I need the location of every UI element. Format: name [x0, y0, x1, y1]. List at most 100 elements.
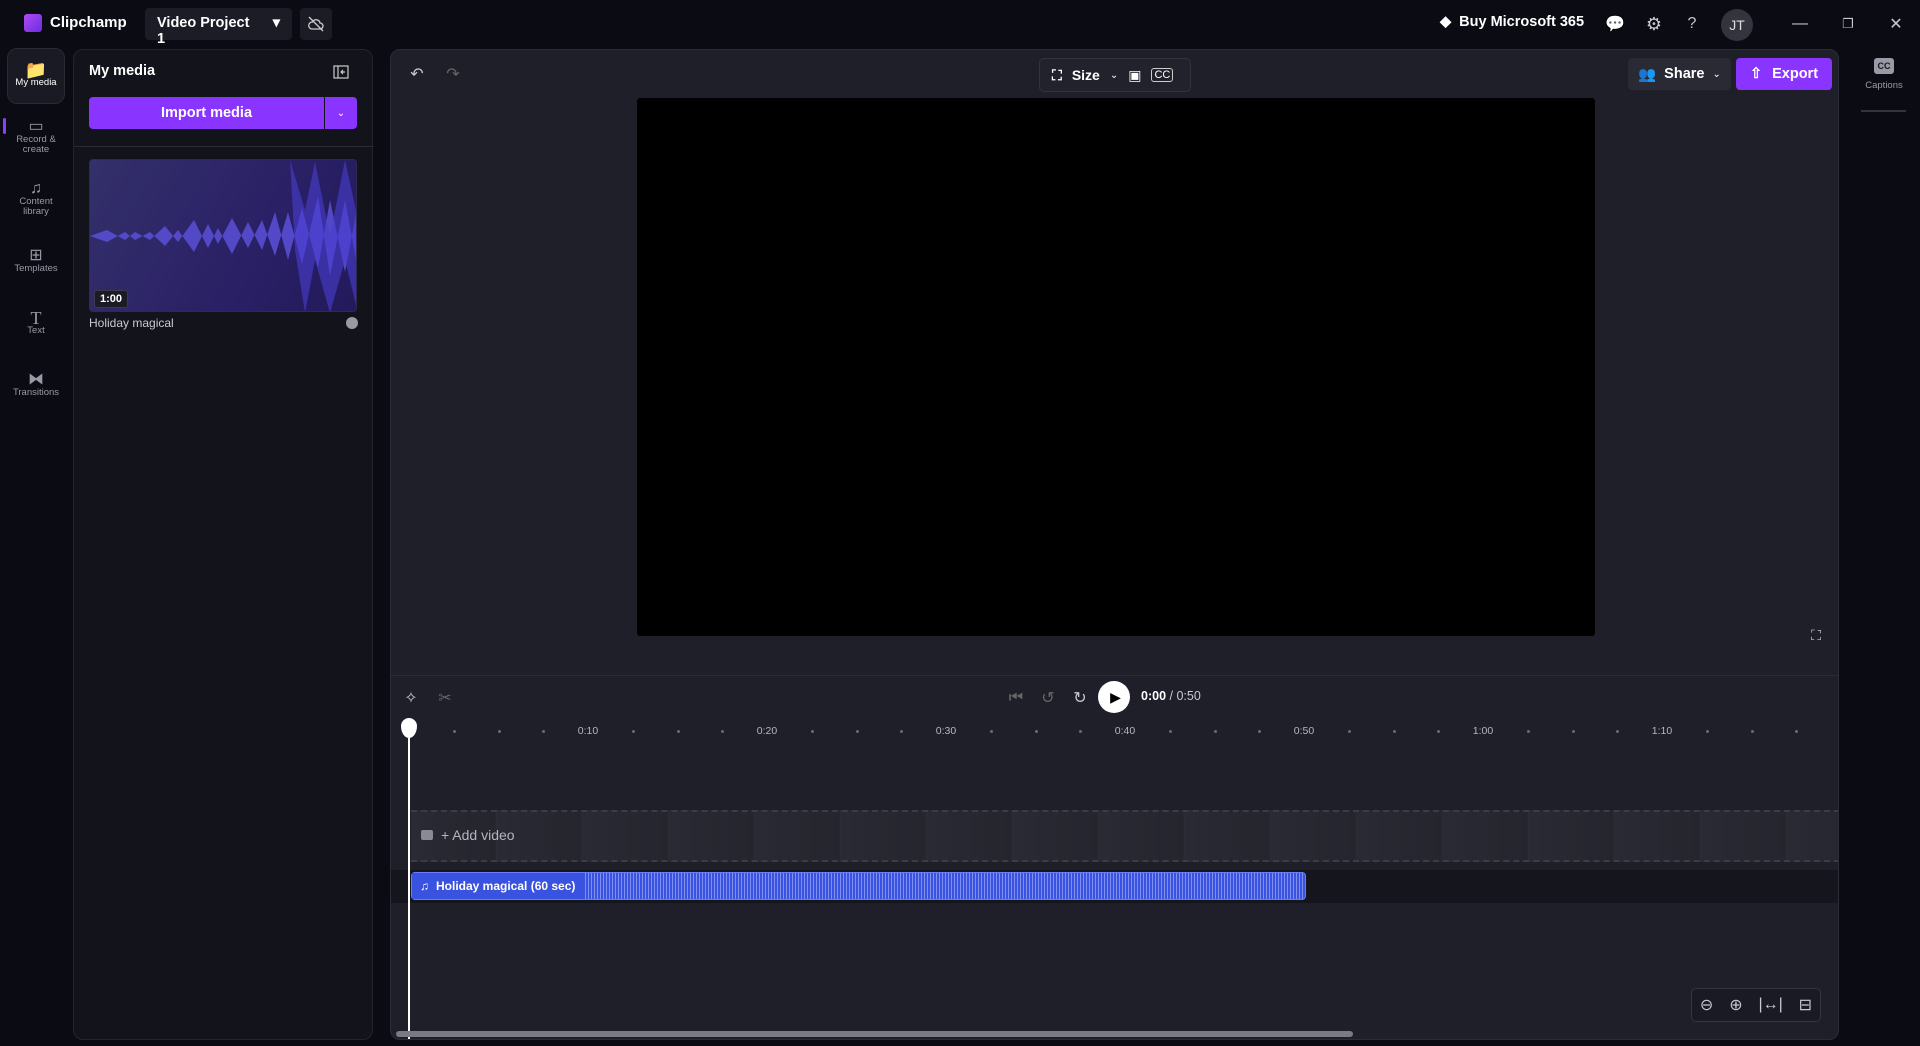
fullscreen-icon[interactable]: ⛶ [1804, 623, 1828, 647]
nav-label: Text [27, 324, 45, 336]
time-readout: 0:00 / 0:50 [1141, 689, 1201, 703]
panel-title: My media [89, 63, 156, 79]
chevron-down-icon: ⌄ [1712, 68, 1721, 80]
tick-dot [900, 730, 904, 733]
buy-microsoft-365-button[interactable]: ◆ Buy Microsoft 365 [1440, 14, 1584, 30]
avatar[interactable]: JT [1721, 9, 1753, 41]
timeline-zoom-controls: ⊖ ⊕ |↔| ⊟ [1691, 988, 1821, 1022]
share-button[interactable]: 👥 Share ⌄ [1628, 58, 1731, 90]
audio-clip[interactable]: ♫ Holiday magical (60 sec) [411, 872, 1306, 900]
tick-dot [1258, 730, 1262, 733]
feedback-icon[interactable]: 💬 [1601, 10, 1629, 38]
undo-icon[interactable]: ↶ [403, 60, 431, 88]
forward-5-icon[interactable]: ↻ [1068, 686, 1092, 710]
auto-captions-icon[interactable]: CC [1151, 68, 1174, 82]
fit-to-width-icon[interactable]: |↔| [1758, 996, 1782, 1014]
minimize-icon[interactable]: — [1786, 10, 1814, 38]
duration-badge: 1:00 [94, 290, 129, 308]
tick-label: 1:10 [1651, 725, 1673, 737]
title-bar: Clipchamp Video Project 1 ▾ ◆ Buy Microsof… [0, 0, 1920, 48]
captions-tab[interactable]: CC Captions [1862, 58, 1906, 91]
video-track-placeholder[interactable]: + Add video [411, 810, 1838, 862]
export-button[interactable]: ⇧ Export [1736, 58, 1832, 90]
redo-icon[interactable]: ↷ [439, 60, 467, 88]
tick-label: 0:10 [577, 725, 599, 737]
cloud-off-icon[interactable] [300, 8, 332, 40]
nav-content-library[interactable]: ♫ Content library [7, 172, 65, 228]
play-button[interactable]: ▶ [1098, 681, 1130, 713]
tick-dot [497, 730, 501, 733]
nav-label: Content library [19, 195, 53, 217]
nav-record-create[interactable]: ▭ Record & create [7, 110, 65, 166]
playhead-handle[interactable] [401, 718, 417, 738]
tick-dot [631, 730, 635, 733]
nav-label: Record & create [16, 133, 56, 155]
tick-dot [1616, 730, 1620, 733]
captions-cc-icon: CC [1874, 58, 1894, 74]
templates-icon: ⊞ [29, 246, 43, 264]
tick-dot [676, 730, 680, 733]
zoom-in-icon[interactable]: ⊕ [1729, 995, 1742, 1015]
split-scissors-icon[interactable]: ✂ [433, 686, 457, 710]
nav-label: My media [15, 76, 57, 88]
people-icon: 👥 [1638, 66, 1657, 83]
settings-gear-icon[interactable]: ⚙ [1640, 10, 1668, 38]
playhead[interactable] [408, 720, 410, 1039]
tick-dot [542, 730, 546, 733]
nav-my-media[interactable]: 📁 My media [7, 48, 65, 104]
audio-clip-header: ♫ Holiday magical (60 sec) [412, 873, 584, 899]
restore-icon[interactable]: ❐ [1834, 10, 1862, 38]
nav-label: Transitions [12, 386, 60, 398]
play-icon: ▶ [1110, 688, 1121, 705]
current-time: 0:00 [1141, 689, 1167, 703]
tick-dot [989, 730, 993, 733]
crop-frame-icon: ⛶ [1052, 66, 1062, 83]
help-icon[interactable]: ? [1678, 10, 1706, 38]
magic-sparkle-icon[interactable]: ✧ [399, 686, 423, 710]
chevron-down-icon: ⌄ [1109, 69, 1119, 81]
nav-transitions[interactable]: ⧓ Transitions [7, 358, 65, 414]
tick-label: 0:30 [935, 725, 957, 737]
tick-dot [1795, 730, 1799, 733]
media-thumbnail-holiday-magical[interactable]: 1:00 [89, 159, 357, 312]
collapse-panel-icon[interactable] [329, 60, 353, 84]
transitions-icon: ⧓ [28, 370, 44, 388]
import-options-chevron-icon[interactable]: ⌄ [325, 97, 357, 129]
tick-dot [855, 730, 859, 733]
captions-label: Captions [1865, 80, 1903, 91]
video-preview[interactable] [637, 98, 1595, 636]
project-name: Video Project 1 [157, 15, 250, 47]
zoom-out-icon[interactable]: ⊖ [1700, 995, 1713, 1015]
share-label: Share [1664, 66, 1705, 82]
timeline-scrollbar[interactable] [396, 1031, 1353, 1037]
tick-label: 0:40 [1114, 725, 1136, 737]
add-video-button[interactable]: + Add video [421, 827, 515, 843]
tick-dot [1213, 730, 1217, 733]
tick-dot [1750, 730, 1754, 733]
close-icon[interactable]: ✕ [1882, 10, 1910, 38]
text-icon: T [30, 307, 42, 328]
total-time: / 0:50 [1169, 689, 1201, 703]
rewind-5-icon[interactable]: ↺ [1036, 686, 1060, 710]
divider [1861, 110, 1906, 112]
audio-clip-label: Holiday magical (60 sec) [436, 879, 576, 893]
added-check-icon [346, 317, 358, 329]
app-name: Clipchamp [50, 14, 127, 31]
nav-label: Templates [14, 262, 58, 274]
size-dropdown[interactable]: Size [1072, 67, 1100, 83]
divider [74, 146, 374, 147]
tick-dot [1079, 730, 1083, 733]
tick-dot [1034, 730, 1038, 733]
project-name-dropdown[interactable]: Video Project 1 ▾ [145, 8, 292, 47]
tick-dot [810, 730, 814, 733]
expand-timeline-icon[interactable]: ⊟ [1799, 995, 1812, 1015]
nav-text[interactable]: T Text [7, 296, 65, 352]
buy-label: Buy Microsoft 365 [1459, 14, 1585, 30]
nav-templates[interactable]: ⊞ Templates [7, 234, 65, 290]
caret-down-icon: ▾ [272, 15, 280, 31]
export-label: Export [1772, 66, 1819, 82]
import-media-button[interactable]: Import media [89, 97, 324, 129]
background-fill-icon[interactable]: ▣ [1128, 67, 1141, 84]
tick-dot [452, 730, 456, 733]
skip-to-start-icon[interactable]: ⏮ [1004, 686, 1028, 710]
